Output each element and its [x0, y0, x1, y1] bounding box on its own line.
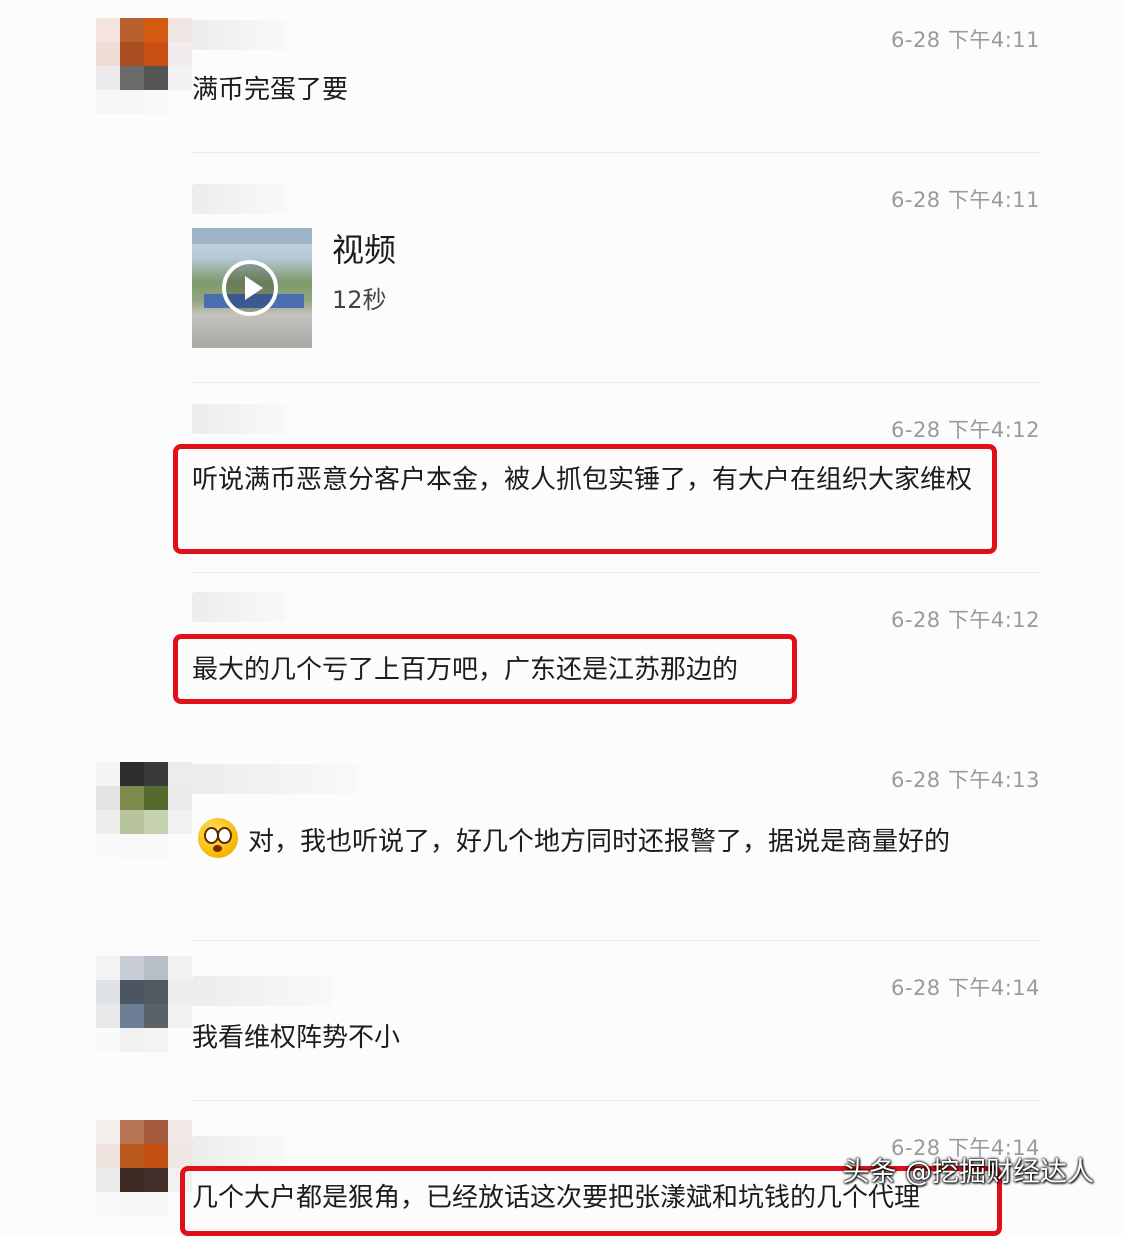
message-text: 我看维权阵势不小	[192, 1023, 401, 1053]
sender-name-blurred	[192, 1136, 287, 1166]
highlight-box	[173, 444, 997, 554]
message-divider	[192, 940, 1040, 941]
sender-name-blurred	[192, 592, 287, 622]
message-text: 满币完蛋了要	[192, 75, 349, 105]
play-icon[interactable]	[222, 260, 278, 316]
message-timestamp: 6-28 下午4:11	[891, 188, 1040, 212]
video-duration: 12秒	[332, 286, 387, 314]
sender-name-blurred	[192, 976, 334, 1006]
message-timestamp: 6-28 下午4:14	[891, 976, 1040, 1000]
message-divider	[192, 382, 1040, 383]
avatar[interactable]	[96, 762, 192, 858]
message-divider	[192, 152, 1040, 153]
avatar[interactable]	[96, 956, 192, 1052]
avatar[interactable]	[96, 18, 192, 114]
sender-name-blurred	[192, 404, 287, 434]
video-title: 视频	[332, 231, 397, 269]
avatar[interactable]	[96, 1120, 192, 1216]
message-divider	[192, 1100, 1040, 1101]
sender-name-blurred	[192, 20, 287, 50]
highlight-box	[173, 634, 797, 704]
sender-name-blurred	[192, 184, 287, 214]
video-thumbnail[interactable]	[192, 228, 312, 348]
message-timestamp: 6-28 下午4:12	[891, 418, 1040, 442]
message-timestamp: 6-28 下午4:12	[891, 608, 1040, 632]
message-timestamp: 6-28 下午4:13	[891, 768, 1040, 792]
message-divider	[192, 572, 1040, 573]
message-timestamp: 6-28 下午4:11	[891, 28, 1040, 52]
sender-name-blurred	[192, 764, 358, 794]
watermark: 头条 @挖掘财经达人	[842, 1157, 1094, 1188]
message-text-content: 对，我也听说了，好几个地方同时还报警了，据说是商量好的	[248, 827, 951, 857]
message-text: 对，我也听说了，好几个地方同时还报警了，据说是商量好的	[192, 816, 992, 868]
